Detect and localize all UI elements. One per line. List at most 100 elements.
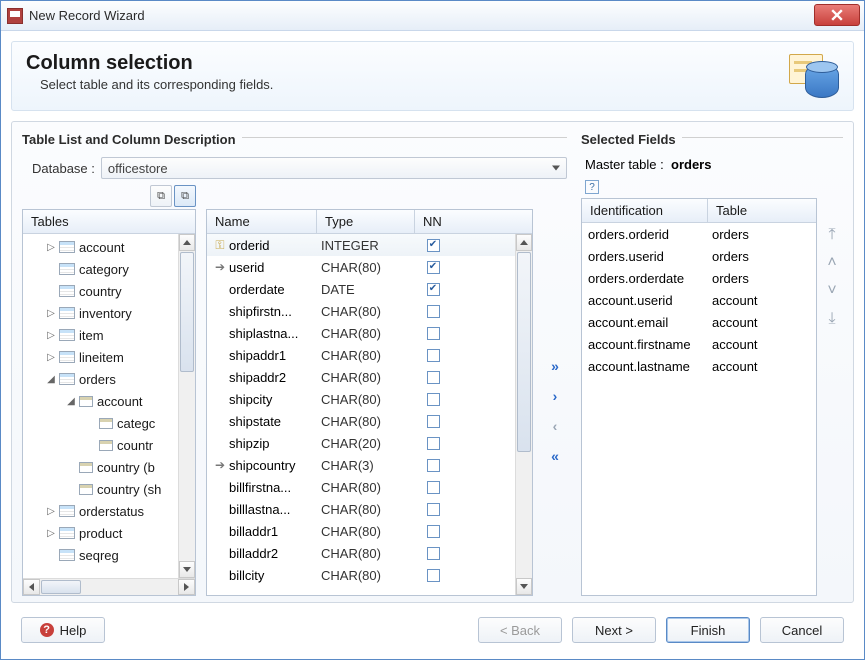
tree-item[interactable]: ▷item [23, 324, 195, 346]
tree-expander-icon[interactable]: ▷ [45, 528, 57, 539]
column-nn-cell [413, 327, 453, 340]
nn-checkbox[interactable] [427, 283, 440, 296]
column-nn-cell [413, 305, 453, 318]
column-row[interactable]: shiplastna...CHAR(80) [207, 322, 532, 344]
nn-checkbox[interactable] [427, 481, 440, 494]
tree-item[interactable]: countr [23, 434, 195, 456]
database-select[interactable]: officestore [101, 157, 567, 179]
selected-field-row[interactable]: orders.orderdateorders [582, 267, 816, 289]
tree-item[interactable]: category [23, 258, 195, 280]
move-bottom-button[interactable]: ⤓ [824, 312, 840, 326]
column-nn-cell [413, 239, 453, 252]
tree-expander-icon[interactable]: ▷ [45, 506, 57, 517]
selected-field-row[interactable]: account.firstnameaccount [582, 333, 816, 355]
tree-item[interactable]: country (sh [23, 478, 195, 500]
nn-checkbox[interactable] [427, 393, 440, 406]
selected-field-row[interactable]: account.lastnameaccount [582, 355, 816, 377]
back-button[interactable]: < Back [478, 617, 562, 643]
column-row[interactable]: shipfirstn...CHAR(80) [207, 300, 532, 322]
column-name: shiplastna... [229, 326, 321, 341]
selected-field-row[interactable]: orders.orderidorders [582, 223, 816, 245]
move-up-button[interactable]: ˄ [824, 256, 840, 270]
column-row[interactable]: billcityCHAR(80) [207, 564, 532, 586]
table-icon [59, 263, 75, 275]
column-nn-cell [413, 349, 453, 362]
add-all-button[interactable]: » [546, 358, 564, 374]
column-name: shipzip [229, 436, 321, 451]
tree-item[interactable]: country [23, 280, 195, 302]
collapse-all-button[interactable]: ⧉ [150, 185, 172, 207]
add-button[interactable]: › [546, 388, 564, 404]
close-button[interactable] [814, 4, 860, 26]
tree-expander-icon[interactable]: ◢ [65, 396, 77, 407]
help-hint-button[interactable]: ? [585, 180, 599, 194]
nn-checkbox[interactable] [427, 459, 440, 472]
table-list-panel: Table List and Column Description Databa… [22, 132, 567, 596]
nn-checkbox[interactable] [427, 305, 440, 318]
selected-field-row[interactable]: orders.useridorders [582, 245, 816, 267]
tree-item[interactable]: ▷lineitem [23, 346, 195, 368]
column-row[interactable]: orderdateDATE [207, 278, 532, 300]
column-name: shipfirstn... [229, 304, 321, 319]
tree-item-label: account [97, 394, 143, 409]
tree-expander-icon[interactable]: ▷ [45, 352, 57, 363]
column-row[interactable]: shipaddr1CHAR(80) [207, 344, 532, 366]
remove-all-button[interactable]: « [546, 448, 564, 464]
nn-checkbox[interactable] [427, 547, 440, 560]
table-icon [59, 351, 75, 363]
key-icon: ⚿ [211, 238, 229, 253]
selected-field-row[interactable]: account.emailaccount [582, 311, 816, 333]
nn-checkbox[interactable] [427, 415, 440, 428]
tree-item-label: country (sh [97, 482, 161, 497]
finish-button[interactable]: Finish [666, 617, 750, 643]
tree-item[interactable]: ▷product [23, 522, 195, 544]
selected-field-row[interactable]: account.useridaccount [582, 289, 816, 311]
column-row[interactable]: billaddr1CHAR(80) [207, 520, 532, 542]
tree-expander-icon[interactable]: ▷ [45, 242, 57, 253]
tree-expander-icon[interactable]: ▷ [45, 330, 57, 341]
tree-item[interactable]: ◢ account [23, 390, 195, 412]
tree-item[interactable]: seqreg [23, 544, 195, 566]
cancel-button[interactable]: Cancel [760, 617, 844, 643]
columns-section: Name Type NN ⚿orderidINTEGER➔useridCHAR(… [206, 185, 533, 596]
column-row[interactable]: shipaddr2CHAR(80) [207, 366, 532, 388]
nn-checkbox[interactable] [427, 569, 440, 582]
tree-item[interactable]: ◢orders [23, 368, 195, 390]
tree-vertical-scrollbar[interactable] [178, 234, 195, 578]
nn-checkbox[interactable] [427, 327, 440, 340]
tree-item-label: category [79, 262, 129, 277]
tree-expander-icon[interactable]: ◢ [45, 374, 57, 385]
column-row[interactable]: shipzipCHAR(20) [207, 432, 532, 454]
nn-checkbox[interactable] [427, 525, 440, 538]
tree-item[interactable]: ▷orderstatus [23, 500, 195, 522]
remove-button[interactable]: ‹ [546, 418, 564, 434]
tree-item[interactable]: country (b [23, 456, 195, 478]
tree-item[interactable]: categc [23, 412, 195, 434]
nn-checkbox[interactable] [427, 239, 440, 252]
nn-checkbox[interactable] [427, 261, 440, 274]
nn-checkbox[interactable] [427, 349, 440, 362]
tree-expander-icon[interactable]: ▷ [45, 308, 57, 319]
expand-all-button[interactable]: ⧉ [174, 185, 196, 207]
column-row[interactable]: ⚿orderidINTEGER [207, 234, 532, 256]
column-row[interactable]: billaddr2CHAR(80) [207, 542, 532, 564]
nn-checkbox[interactable] [427, 503, 440, 516]
column-row[interactable]: shipstateCHAR(80) [207, 410, 532, 432]
help-button[interactable]: ? Help [21, 617, 105, 643]
next-button[interactable]: Next > [572, 617, 656, 643]
tree-horizontal-scrollbar[interactable] [23, 578, 195, 595]
nn-checkbox[interactable] [427, 437, 440, 450]
column-row[interactable]: billfirstna...CHAR(80) [207, 476, 532, 498]
move-down-button[interactable]: ˅ [824, 284, 840, 298]
column-row[interactable]: shipcityCHAR(80) [207, 388, 532, 410]
nn-checkbox[interactable] [427, 371, 440, 384]
columns-vertical-scrollbar[interactable] [515, 234, 532, 595]
move-top-button[interactable]: ⤒ [824, 228, 840, 242]
selected-field-id: orders.orderid [582, 227, 708, 242]
tree-item-label: seqreg [79, 548, 119, 563]
column-row[interactable]: ➔shipcountryCHAR(3) [207, 454, 532, 476]
tree-item[interactable]: ▷account [23, 236, 195, 258]
tree-item[interactable]: ▷inventory [23, 302, 195, 324]
column-row[interactable]: billlastna...CHAR(80) [207, 498, 532, 520]
column-row[interactable]: ➔useridCHAR(80) [207, 256, 532, 278]
